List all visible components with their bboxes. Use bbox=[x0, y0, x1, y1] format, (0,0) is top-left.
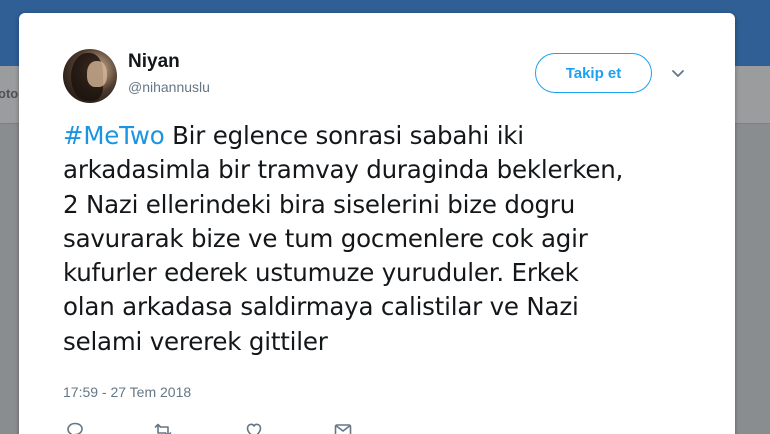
like-icon[interactable] bbox=[244, 420, 264, 434]
tweet-line-4: savurarak bize ve tum gocmenlere cok agi… bbox=[63, 223, 588, 253]
tweet-line-3: 2 Nazi ellerindeki bira siselerini bize … bbox=[63, 189, 576, 219]
tweet-line-6: olan arkadasa saldirmaya calistilar ve N… bbox=[63, 292, 579, 322]
avatar-face bbox=[87, 61, 107, 87]
tweet-text: #MeTwo Bir eglence sonrasi sabahi iki ar… bbox=[63, 119, 713, 359]
retweet-icon[interactable] bbox=[153, 420, 173, 434]
tweet-line-5: kufurler ederek ustumuze yuruduler. Erke… bbox=[63, 258, 579, 288]
avatar[interactable] bbox=[63, 49, 117, 103]
author-handle[interactable]: @nihannuslu bbox=[128, 79, 210, 95]
tweet-timestamp[interactable]: 17:59 - 27 Tem 2018 bbox=[63, 384, 191, 400]
tweet-card: Niyan @nihannuslu Takip et #MeTwo Bir eg… bbox=[19, 13, 735, 434]
tweet-line-2: arkadasimla bir tramvay duraginda bekler… bbox=[63, 155, 624, 185]
chevron-down-icon[interactable] bbox=[670, 66, 686, 82]
background-nav-text: oto bbox=[0, 86, 19, 101]
hashtag-link[interactable]: #MeTwo bbox=[63, 121, 165, 150]
reply-icon[interactable] bbox=[65, 420, 85, 434]
tweet-line-1: #MeTwo Bir eglence sonrasi sabahi iki bbox=[63, 119, 713, 153]
author-name[interactable]: Niyan bbox=[128, 51, 180, 73]
follow-button[interactable]: Takip et bbox=[535, 53, 652, 93]
message-icon[interactable] bbox=[333, 420, 353, 434]
tweet-line-1-text: Bir eglence sonrasi sabahi iki bbox=[164, 121, 524, 150]
tweet-line-7: selami vererek gittiler bbox=[63, 326, 328, 356]
